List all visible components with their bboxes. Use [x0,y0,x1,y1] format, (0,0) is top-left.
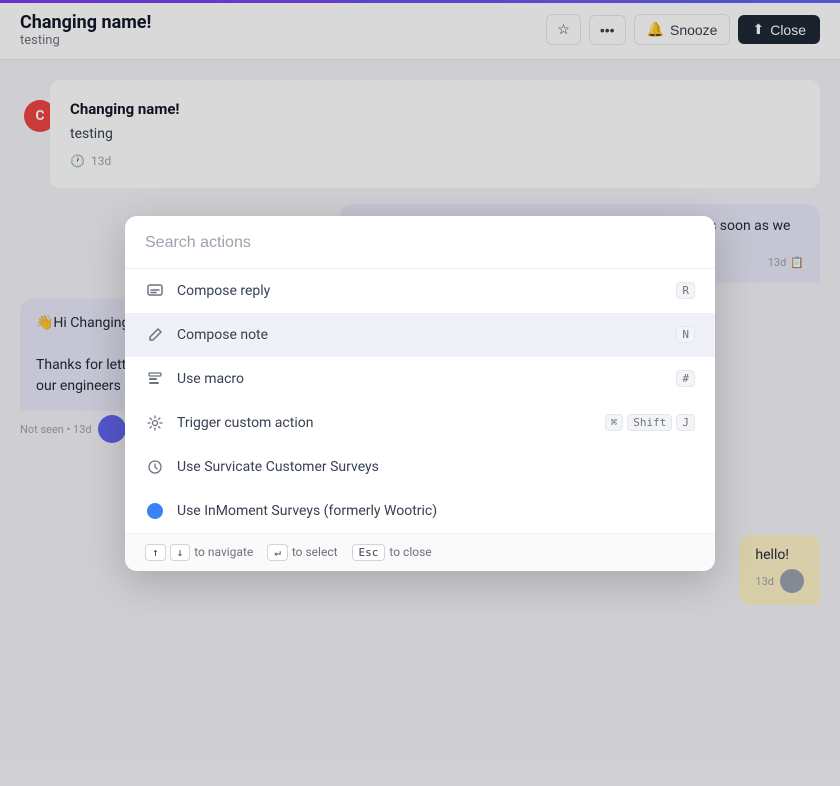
search-input[interactable] [145,234,695,252]
navigate-up-key: ↑ [145,544,166,561]
shortcut-n-key: N [676,326,695,343]
navigate-down-key: ↓ [170,544,191,561]
search-bar [125,216,715,269]
survicate-icon [145,457,165,477]
trigger-custom-label: Trigger custom action [177,415,593,431]
command-palette: Compose reply R Compose note N [125,216,715,571]
close-label: to close [389,545,431,559]
action-trigger-custom[interactable]: Trigger custom action ⌘ Shift J [125,401,715,445]
inmoment-icon [145,501,165,521]
compose-reply-label: Compose reply [177,283,664,299]
gear-icon [145,413,165,433]
shortcut-shift-key: Shift [627,414,672,431]
use-macro-label: Use macro [177,371,664,387]
select-label: to select [292,545,338,559]
shortcut-hash-key: # [676,370,695,387]
command-palette-overlay[interactable]: Compose reply R Compose note N [0,0,840,786]
action-compose-note[interactable]: Compose note N [125,313,715,357]
palette-footer: ↑ ↓ to navigate ↵ to select Esc to close [125,533,715,571]
compose-reply-shortcut: R [676,282,695,299]
compose-note-label: Compose note [177,327,664,343]
reply-icon [145,281,165,301]
navigate-hint: ↑ ↓ to navigate [145,544,253,561]
close-key: Esc [352,544,386,561]
compose-note-shortcut: N [676,326,695,343]
select-hint: ↵ to select [267,544,337,561]
close-hint: Esc to close [352,544,432,561]
shortcut-j-key: J [676,414,695,431]
macro-icon [145,369,165,389]
shortcut-cmd-key: ⌘ [605,414,624,431]
actions-list: Compose reply R Compose note N [125,269,715,533]
action-survicate[interactable]: Use Survicate Customer Surveys [125,445,715,489]
navigate-label: to navigate [194,545,253,559]
action-use-macro[interactable]: Use macro # [125,357,715,401]
action-inmoment[interactable]: Use InMoment Surveys (formerly Wootric) [125,489,715,533]
inmoment-label: Use InMoment Surveys (formerly Wootric) [177,503,695,519]
blue-circle [147,503,163,519]
action-compose-reply[interactable]: Compose reply R [125,269,715,313]
use-macro-shortcut: # [676,370,695,387]
shortcut-r-key: R [676,282,695,299]
pencil-icon [145,325,165,345]
survicate-label: Use Survicate Customer Surveys [177,459,695,475]
select-key: ↵ [267,544,288,561]
trigger-custom-shortcut: ⌘ Shift J [605,414,695,431]
